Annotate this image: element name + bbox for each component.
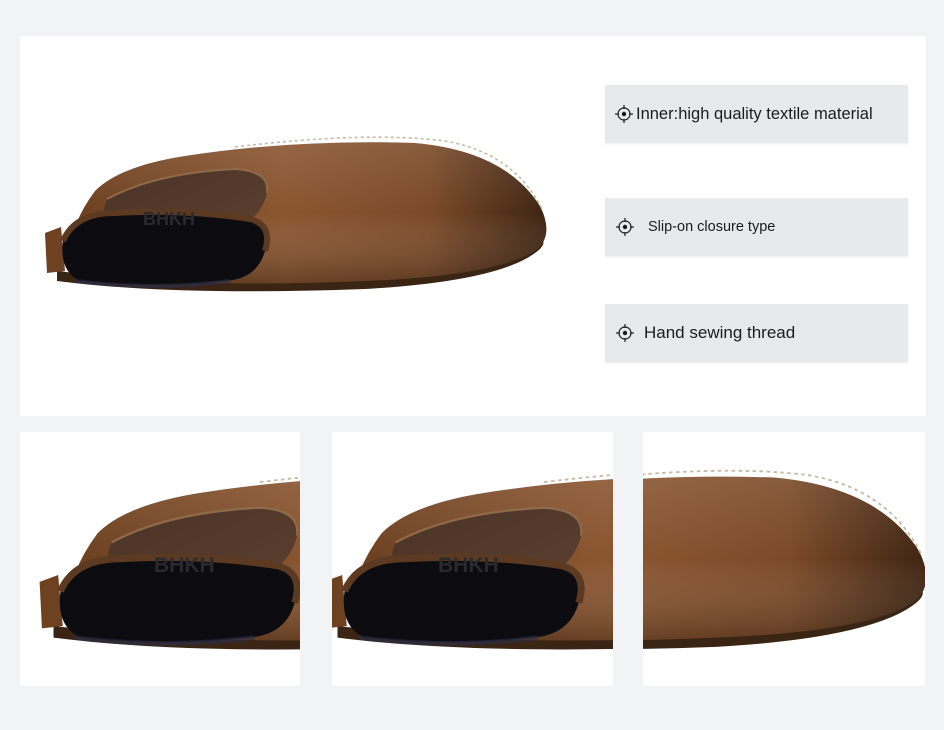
detail-image-gusset: BHKH — [332, 432, 613, 686]
detail-image-toe — [643, 432, 925, 686]
crosshair-icon — [616, 218, 634, 236]
brand-logo: BHKH — [438, 554, 499, 577]
feature-label: Inner:high quality textile material — [636, 104, 873, 123]
feature-label: Slip-on closure type — [648, 219, 776, 235]
feature-sewing-thread: Hand sewing thread — [605, 304, 908, 362]
boot-heel-closeup: BHKH — [28, 452, 300, 682]
boot-gusset-closeup: BHKH — [332, 452, 613, 682]
brand-logo: BHKH — [154, 554, 215, 577]
brand-logo: BHKH — [143, 209, 195, 229]
crosshair-icon — [616, 324, 634, 342]
crosshair-icon — [615, 105, 633, 123]
boot-toe-closeup — [643, 452, 925, 682]
detail-image-heel: BHKH — [20, 432, 300, 686]
feature-label: Hand sewing thread — [644, 323, 796, 342]
feature-closure-type: Slip-on closure type — [605, 198, 908, 256]
boot-image: BHKH — [35, 121, 555, 311]
feature-inner-material: Inner:high quality textile material — [605, 85, 908, 143]
